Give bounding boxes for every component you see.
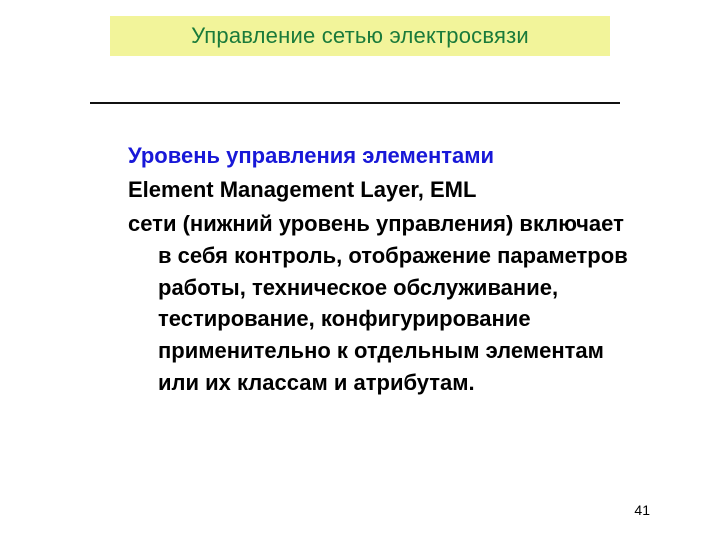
title-banner: Управление сетью электросвязи	[110, 16, 610, 56]
divider-line	[90, 102, 620, 104]
body-paragraph: сети (нижний уровень управления) включае…	[128, 208, 638, 399]
heading-blue: Уровень управления элементами	[128, 140, 638, 172]
content-block: Уровень управления элементами Element Ma…	[128, 140, 638, 399]
slide-title: Управление сетью электросвязи	[191, 23, 529, 49]
page-number: 41	[634, 502, 650, 518]
heading-english: Element Management Layer, EML	[128, 174, 638, 206]
